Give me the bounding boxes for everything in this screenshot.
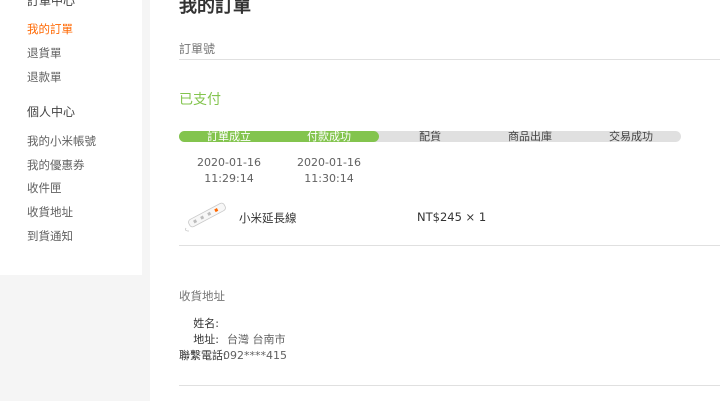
power-strip-thumbnail[interactable]	[183, 198, 231, 232]
sidebar-item-refunds[interactable]: 退款單	[27, 69, 62, 85]
step-order-created: 訂單成立	[207, 130, 251, 143]
page-title: 我的訂單	[179, 0, 251, 17]
order-detail-panel: 我的訂單 訂單號 已支付 訂單成立 付款成功 配貨 商品出庫 交易成功 2020…	[150, 0, 720, 401]
divider	[179, 245, 720, 246]
product-price-quantity: NT$245 × 1	[417, 210, 487, 224]
step-date-order-created: 2020-01-16 11:29:14	[179, 155, 279, 187]
step-picking: 配貨	[419, 130, 441, 143]
sidebar-item-arrival-notice[interactable]: 到貨通知	[27, 228, 73, 244]
phone-value: 092****415	[223, 349, 287, 362]
address-value: 台灣 台南市	[227, 333, 286, 346]
step-time: 11:29:14	[204, 172, 254, 185]
sidebar-item-addresses[interactable]: 收貨地址	[27, 204, 73, 220]
address-label: 地址:	[193, 333, 219, 346]
divider	[179, 385, 720, 386]
order-status: 已支付	[179, 92, 221, 108]
step-date: 2020-01-16	[297, 156, 361, 169]
sidebar-item-returns[interactable]: 退貨單	[27, 45, 62, 61]
step-shipped: 商品出庫	[508, 130, 552, 143]
step-completed: 交易成功	[609, 130, 653, 143]
personal-center-title: 個人中心	[27, 105, 76, 119]
divider	[179, 59, 720, 60]
step-date: 2020-01-16	[197, 156, 261, 169]
order-center-title: 訂單中心	[27, 0, 76, 8]
sidebar-item-mi-account[interactable]: 我的小米帳號	[27, 133, 96, 149]
name-label: 姓名:	[193, 317, 219, 330]
step-date-payment-success: 2020-01-16 11:30:14	[279, 155, 379, 187]
sidebar-item-inbox[interactable]: 收件匣	[27, 180, 62, 196]
phone-row: 聯繫電話:092****415	[179, 347, 579, 363]
address-row: 地址: 台灣 台南市	[179, 331, 579, 347]
recipient-name-row: 姓名:	[179, 315, 579, 331]
order-number-label: 訂單號	[179, 42, 216, 56]
phone-label: 聯繫電話:	[179, 349, 227, 362]
product-name[interactable]: 小米延長線	[239, 210, 297, 226]
shipping-address-title: 收貨地址	[179, 289, 225, 303]
sidebar: 訂單中心 我的訂單 退貨單 退款單 個人中心 我的小米帳號 我的優惠券 收件匣 …	[0, 0, 142, 275]
sidebar-item-coupons[interactable]: 我的優惠券	[27, 157, 85, 173]
step-payment-success: 付款成功	[307, 130, 351, 143]
order-progress-bar: 訂單成立 付款成功 配貨 商品出庫 交易成功	[179, 131, 681, 142]
step-time: 11:30:14	[304, 172, 354, 185]
sidebar-item-my-orders[interactable]: 我的訂單	[27, 21, 73, 37]
